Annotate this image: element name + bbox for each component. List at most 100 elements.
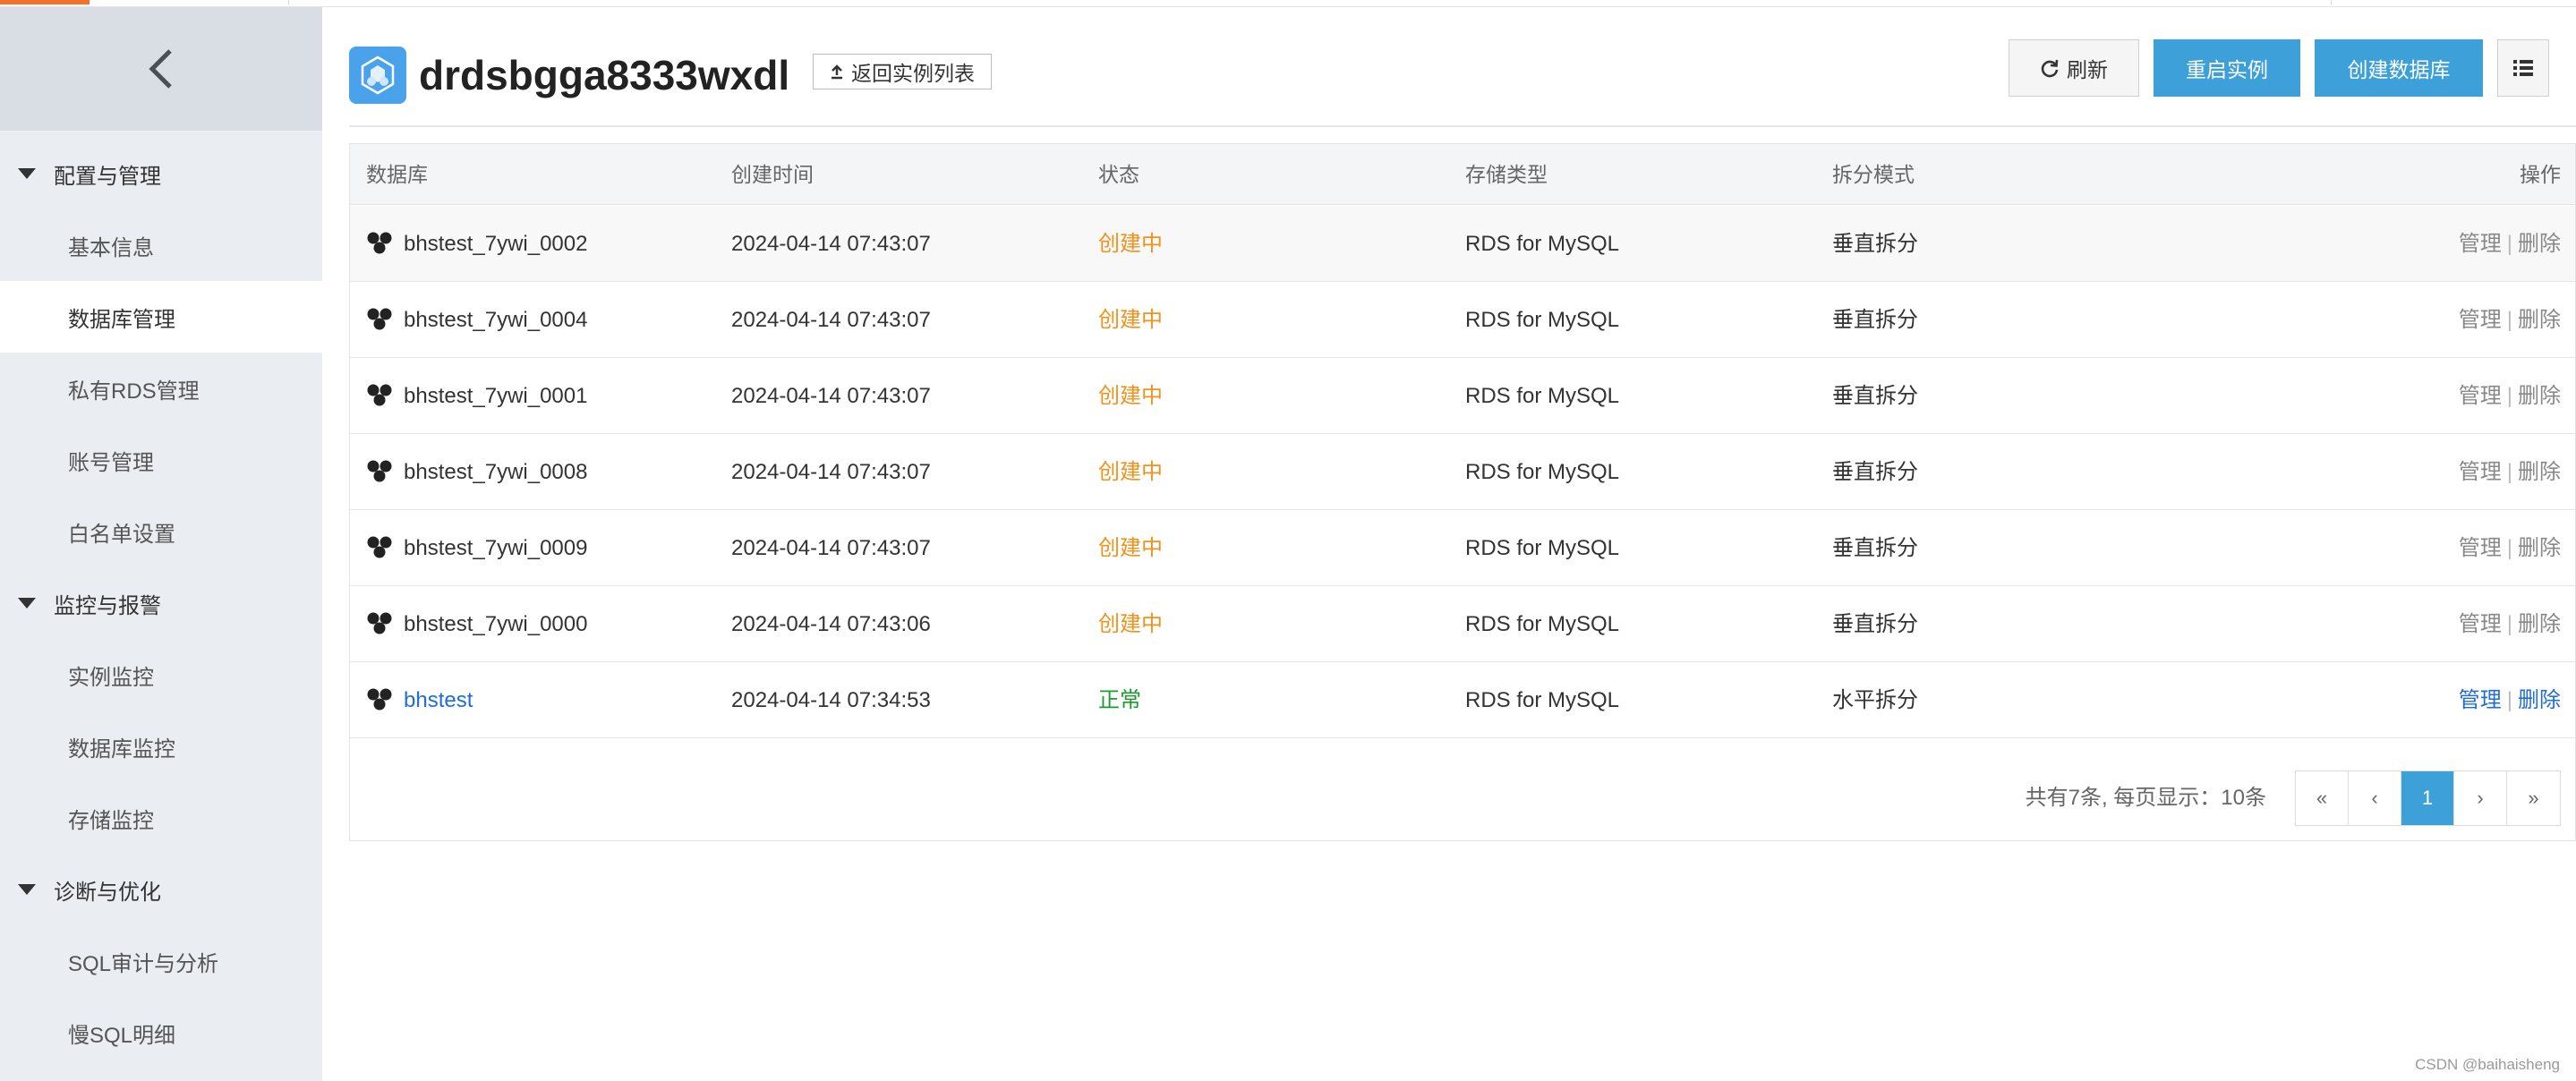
row-actions: 管理 | 删除 [2459,434,2561,510]
sidebar-item-basic-info[interactable]: 基本信息 [0,209,322,281]
manage-link[interactable]: 管理 [2459,384,2502,408]
page-next-button[interactable]: › [2454,771,2507,825]
action-separator: | [2506,460,2512,484]
nav-group-label: 监控与报警 [54,593,161,618]
action-separator: | [2506,688,2512,712]
page-title: drdsbgga8333wxdl [419,52,790,98]
watermark: CSDN @baihaisheng [2415,1056,2560,1073]
row-actions: 管理 | 删除 [2459,662,2561,738]
sidebar-item-whitelist[interactable]: 白名单设置 [0,496,322,567]
database-cluster-icon [367,308,392,330]
row-actions: 管理 | 删除 [2459,586,2561,662]
created-time: 2024-04-14 07:43:07 [731,308,931,332]
upload-arrow-icon [832,64,842,80]
delete-link[interactable]: 删除 [2518,612,2561,636]
manage-link[interactable]: 管理 [2459,232,2502,256]
database-name: bhstest_7ywi_0000 [404,612,588,636]
caret-down-icon [18,168,36,179]
delete-link[interactable]: 删除 [2518,688,2561,712]
created-time: 2024-04-14 07:43:07 [731,460,931,484]
table-header: 数据库 创建时间 状态 存储类型 拆分模式 操作 [350,144,2575,205]
action-separator: | [2506,384,2512,408]
table-row: bhstest 2024-04-14 07:34:53 正常 RDS for MySQ… [350,662,2575,738]
column-header-database: 数据库 [366,163,428,186]
status-badge: 创建中 [1098,460,1163,484]
database-name[interactable]: bhstest [404,662,473,738]
nav-group-label: 配置与管理 [54,164,161,189]
manage-link[interactable]: 管理 [2459,688,2502,712]
status-badge: 创建中 [1098,612,1163,636]
created-time: 2024-04-14 07:43:07 [731,536,931,560]
split-mode: 垂直拆分 [1832,308,1918,332]
delete-link[interactable]: 删除 [2518,232,2561,256]
sidebar-item-storage-monitor[interactable]: 存储监控 [0,782,322,854]
storage-type: RDS for MySQL [1465,232,1620,256]
top-accent [0,0,90,4]
sidebar-item-accounts[interactable]: 账号管理 [0,424,322,496]
back-to-instance-list-button[interactable]: 返回实例列表 [813,54,992,89]
top-bar [0,0,2576,7]
refresh-button[interactable]: 刷新 [2009,39,2139,97]
pagination-summary: 共有7条, 每页显示：10条 [2025,786,2266,810]
database-name: bhstest_7ywi_0004 [404,308,588,332]
action-separator: | [2506,308,2512,332]
manage-link[interactable]: 管理 [2459,536,2502,560]
nav-group-monitoring[interactable]: 监控与报警 [0,567,322,639]
split-mode: 垂直拆分 [1832,232,1918,256]
status-badge: 创建中 [1098,384,1163,408]
action-separator: | [2506,612,2512,636]
database-cluster-icon [367,612,392,634]
manage-link[interactable]: 管理 [2459,308,2502,332]
sidebar-item-sql-audit[interactable]: SQL审计与分析 [0,925,322,997]
sidebar-item-private-rds[interactable]: 私有RDS管理 [0,353,322,424]
sidebar-item-instance-monitor[interactable]: 实例监控 [0,639,322,711]
chevron-left-icon [149,49,172,89]
sidebar-item-database-management[interactable]: 数据库管理 [0,281,322,353]
instance-logo-icon [349,47,406,104]
database-cluster-icon [367,460,392,482]
caret-down-icon [18,598,36,609]
page-current-button[interactable]: 1 [2401,771,2454,825]
delete-link[interactable]: 删除 [2518,460,2561,484]
created-time: 2024-04-14 07:43:07 [731,232,931,256]
delete-link[interactable]: 删除 [2518,536,2561,560]
sidebar: 配置与管理 基本信息 数据库管理 私有RDS管理 账号管理 白名单设置 监控与报… [0,7,322,1081]
storage-type: RDS for MySQL [1465,308,1620,332]
database-name: bhstest_7ywi_0002 [404,232,588,256]
column-header-mode: 拆分模式 [1832,163,1915,186]
database-table: 数据库 创建时间 状态 存储类型 拆分模式 操作 bhstest_7ywi_00… [349,143,2576,841]
row-actions: 管理 | 删除 [2459,206,2561,282]
row-actions: 管理 | 删除 [2459,282,2561,358]
delete-link[interactable]: 删除 [2518,384,2561,408]
sidebar-collapse-button[interactable] [0,7,322,131]
nav-group-config[interactable]: 配置与管理 [0,138,322,209]
create-database-button[interactable]: 创建数据库 [2315,39,2483,97]
manage-link[interactable]: 管理 [2459,612,2502,636]
status-badge: 创建中 [1098,232,1163,256]
column-header-storage: 存储类型 [1465,163,1548,186]
column-header-created: 创建时间 [731,163,814,186]
main-content: drdsbgga8333wxdl 返回实例列表 刷新 重启实例 创建数据库 数据… [322,7,2576,1081]
sidebar-item-database-monitor[interactable]: 数据库监控 [0,711,322,782]
storage-type: RDS for MySQL [1465,688,1620,712]
database-cluster-icon [367,688,392,711]
nav-group-diagnosis[interactable]: 诊断与优化 [0,854,322,925]
row-actions: 管理 | 删除 [2459,510,2561,586]
page-first-button[interactable]: « [2296,771,2349,825]
caret-down-icon [18,884,36,895]
database-cluster-icon [367,232,392,254]
page-last-button[interactable]: » [2507,771,2560,825]
row-actions: 管理 | 删除 [2459,358,2561,434]
delete-link[interactable]: 删除 [2518,308,2561,332]
created-time: 2024-04-14 07:34:53 [731,688,931,712]
split-mode: 垂直拆分 [1832,384,1918,408]
table-row: bhstest_7ywi_0004 2024-04-14 07:43:07 创建中 R… [350,282,2575,358]
sidebar-item-slow-sql[interactable]: 慢SQL明细 [0,997,322,1068]
list-view-button[interactable] [2497,39,2549,97]
manage-link[interactable]: 管理 [2459,460,2502,484]
table-row: bhstest_7ywi_0008 2024-04-14 07:43:07 创建中 R… [350,434,2575,510]
created-time: 2024-04-14 07:43:07 [731,384,931,408]
page-prev-button[interactable]: ‹ [2349,771,2401,825]
restart-instance-button[interactable]: 重启实例 [2154,39,2300,97]
storage-type: RDS for MySQL [1465,460,1620,484]
